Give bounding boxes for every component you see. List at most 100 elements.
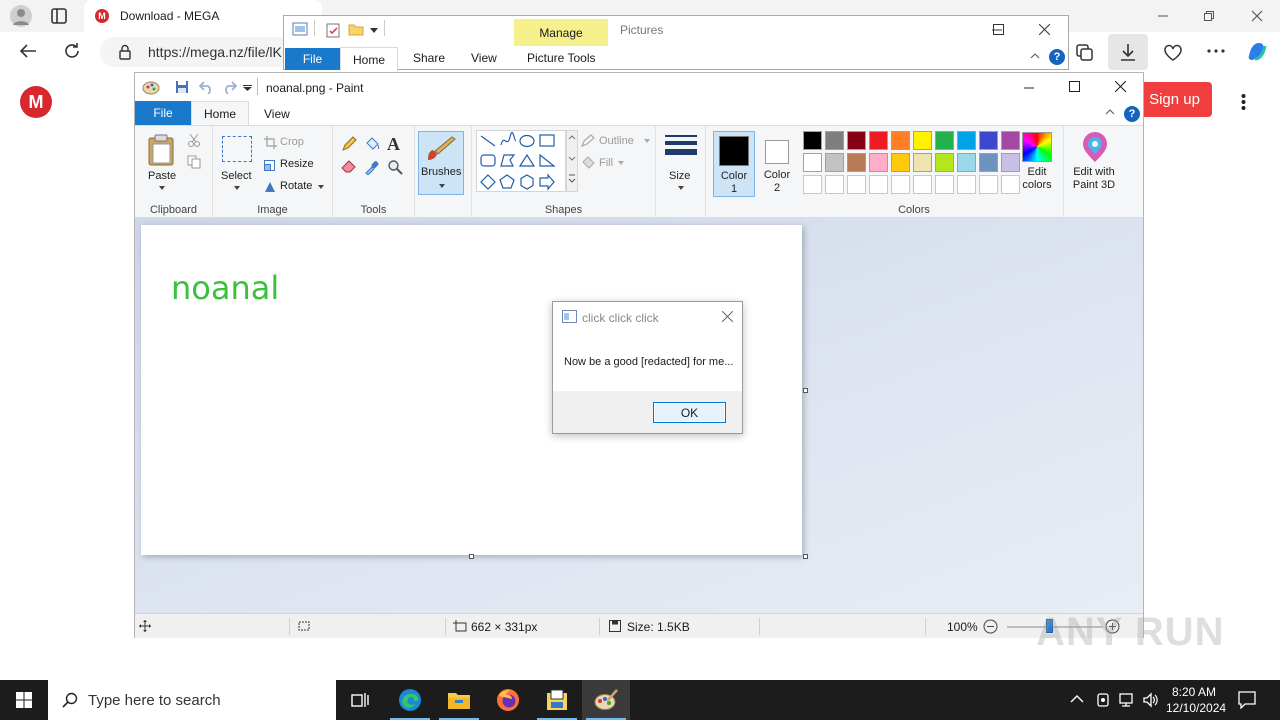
address-bar[interactable]: https://mega.nz/file/lK bbox=[100, 37, 300, 67]
outline-button[interactable]: Outline bbox=[599, 135, 634, 147]
color2-button[interactable]: Color 2 bbox=[757, 131, 799, 197]
browser-essentials-icon[interactable] bbox=[1162, 42, 1184, 62]
palette-swatch[interactable] bbox=[913, 131, 932, 150]
explorer-close-icon[interactable] bbox=[1039, 24, 1050, 35]
picture-tools-tab[interactable]: Picture Tools bbox=[527, 51, 595, 65]
resize-handle-right[interactable] bbox=[803, 388, 808, 393]
edit-colors-icon[interactable] bbox=[1022, 132, 1052, 162]
custom-palette-slot[interactable] bbox=[869, 175, 888, 194]
paste-button[interactable]: Paste bbox=[148, 170, 176, 182]
edit-with-paint3d-button[interactable]: Edit with Paint 3D bbox=[1065, 126, 1125, 206]
mega-logo-icon[interactable]: M bbox=[20, 86, 52, 118]
paste-dropdown-icon[interactable] bbox=[159, 186, 165, 190]
fill-bucket-icon[interactable] bbox=[364, 136, 380, 152]
paint-minimize-icon[interactable] bbox=[1024, 87, 1034, 89]
start-button[interactable] bbox=[0, 680, 48, 720]
explorer-help-icon[interactable]: ? bbox=[1049, 49, 1065, 65]
color-picker-icon[interactable] bbox=[364, 159, 380, 175]
size-button[interactable]: Size bbox=[669, 170, 690, 182]
palette-swatch[interactable] bbox=[803, 153, 822, 172]
redo-icon[interactable] bbox=[221, 80, 237, 94]
notifications-icon[interactable] bbox=[1238, 691, 1256, 709]
resize-icon[interactable] bbox=[264, 158, 277, 171]
show-hidden-icons-icon[interactable] bbox=[1070, 694, 1084, 704]
palette-swatch[interactable] bbox=[847, 131, 866, 150]
more-menu-icon[interactable] bbox=[1207, 49, 1225, 53]
custom-palette-slot[interactable] bbox=[891, 175, 910, 194]
palette-swatch[interactable] bbox=[935, 131, 954, 150]
new-folder-icon[interactable] bbox=[348, 22, 364, 36]
crop-button[interactable]: Crop bbox=[280, 136, 304, 148]
zoom-out-icon[interactable] bbox=[983, 619, 998, 634]
paint-view-tab[interactable]: View bbox=[264, 107, 290, 121]
volume-icon[interactable] bbox=[1142, 692, 1160, 708]
firefox-taskbar-icon[interactable] bbox=[484, 680, 532, 720]
outline-icon[interactable] bbox=[580, 134, 596, 148]
palette-swatch[interactable] bbox=[957, 131, 976, 150]
tab-actions-icon[interactable] bbox=[50, 7, 68, 25]
select-icon[interactable] bbox=[222, 136, 252, 162]
outline-dropdown-icon[interactable] bbox=[644, 139, 650, 143]
properties-icon[interactable] bbox=[326, 22, 340, 38]
quick-access-dropdown-icon[interactable] bbox=[370, 28, 378, 34]
text-tool-icon[interactable]: A bbox=[387, 134, 400, 155]
custom-palette-slot[interactable] bbox=[979, 175, 998, 194]
fill-dropdown-icon[interactable] bbox=[618, 161, 624, 165]
dialog-close-icon[interactable] bbox=[722, 311, 733, 322]
palette-swatch[interactable] bbox=[1001, 131, 1020, 150]
taskbar-search[interactable]: Type here to search bbox=[48, 680, 336, 720]
explorer-ribbon-collapse-icon[interactable] bbox=[1030, 53, 1040, 59]
cut-icon[interactable] bbox=[187, 133, 201, 147]
palette-swatch[interactable] bbox=[935, 153, 954, 172]
select-dropdown-icon[interactable] bbox=[234, 186, 240, 190]
back-arrow-icon[interactable] bbox=[18, 42, 38, 60]
explorer-share-tab[interactable]: Share bbox=[413, 51, 445, 65]
palette-swatch[interactable] bbox=[957, 153, 976, 172]
crop-icon[interactable] bbox=[264, 136, 277, 149]
palette-swatch[interactable] bbox=[847, 153, 866, 172]
browser-close-icon[interactable] bbox=[1234, 0, 1280, 32]
task-view-icon[interactable] bbox=[336, 680, 384, 720]
refresh-icon[interactable] bbox=[62, 41, 82, 61]
custom-palette-slot[interactable] bbox=[935, 175, 954, 194]
palette-swatch[interactable] bbox=[891, 153, 910, 172]
palette-swatch[interactable] bbox=[869, 131, 888, 150]
paint-help-icon[interactable]: ? bbox=[1124, 106, 1140, 122]
palette-swatch[interactable] bbox=[825, 153, 844, 172]
palette-swatch[interactable] bbox=[979, 153, 998, 172]
manage-tab-header[interactable]: Manage bbox=[514, 19, 608, 46]
color1-button[interactable]: Color 1 bbox=[713, 131, 755, 197]
resize-handle-corner[interactable] bbox=[803, 554, 808, 559]
custom-palette-slot[interactable] bbox=[913, 175, 932, 194]
copilot-icon[interactable] bbox=[1245, 40, 1269, 62]
explorer-view-tab[interactable]: View bbox=[471, 51, 497, 65]
shapes-gallery[interactable] bbox=[476, 130, 566, 192]
shapes-scroll[interactable] bbox=[566, 130, 578, 192]
notepad-save-taskbar-icon[interactable] bbox=[533, 680, 581, 720]
page-menu-icon[interactable] bbox=[1241, 93, 1246, 111]
palette-swatch[interactable] bbox=[869, 153, 888, 172]
downloads-button[interactable] bbox=[1108, 34, 1148, 70]
palette-swatch[interactable] bbox=[803, 131, 822, 150]
file-explorer-window[interactable]: Manage Pictures File Home Share View Pic… bbox=[283, 15, 1069, 71]
rotate-button[interactable]: Rotate bbox=[280, 180, 312, 192]
paint-ribbon-collapse-icon[interactable] bbox=[1105, 109, 1115, 115]
copy-icon[interactable] bbox=[187, 155, 201, 169]
fill-icon[interactable] bbox=[580, 156, 596, 170]
paste-icon[interactable] bbox=[147, 134, 177, 166]
rotate-icon[interactable] bbox=[264, 180, 277, 193]
size-dropdown-icon[interactable] bbox=[678, 186, 684, 190]
browser-minimize-icon[interactable] bbox=[1140, 0, 1186, 32]
magnifier-icon[interactable] bbox=[387, 159, 403, 175]
fill-button[interactable]: Fill bbox=[599, 157, 613, 169]
size-icon[interactable] bbox=[665, 135, 697, 161]
paint-home-tab[interactable]: Home bbox=[191, 101, 249, 126]
edge-taskbar-icon[interactable] bbox=[386, 680, 434, 720]
rotate-dropdown-icon[interactable] bbox=[318, 185, 324, 189]
paint-close-icon[interactable] bbox=[1115, 81, 1126, 92]
profile-avatar[interactable] bbox=[10, 5, 32, 27]
palette-swatch[interactable] bbox=[979, 131, 998, 150]
brushes-button[interactable]: Brushes bbox=[418, 131, 464, 195]
palette-swatch[interactable] bbox=[913, 153, 932, 172]
explorer-file-tab[interactable]: File bbox=[285, 48, 340, 70]
